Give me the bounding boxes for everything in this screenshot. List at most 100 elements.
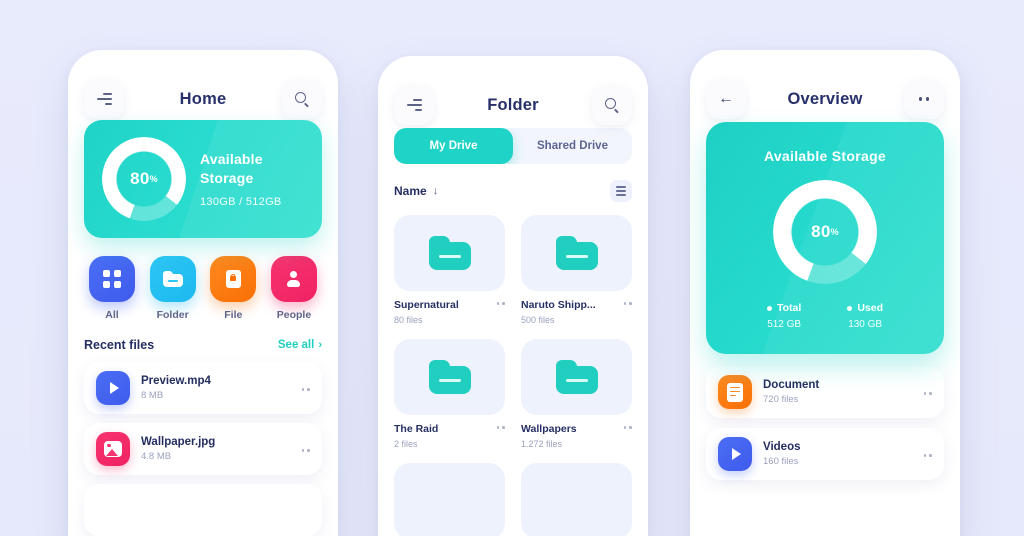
file-meta: Preview.mp4 8 MB (141, 375, 302, 401)
category-meta: Document 720 files (763, 379, 924, 405)
file-tile (210, 256, 257, 302)
donut-center-label: 80% (102, 137, 186, 221)
more-dots-icon[interactable] (923, 451, 932, 457)
play-icon (110, 382, 119, 394)
document-icon (727, 382, 743, 402)
phone-folder: Folder My Drive Shared Drive Name ↓ Supe… (378, 56, 648, 536)
search-button[interactable] (592, 85, 632, 125)
tab-shared-drive[interactable]: Shared Drive (513, 128, 632, 164)
person-icon (285, 270, 303, 288)
legend-value: 130 GB (848, 319, 883, 330)
quick-actions: All Folder File People (84, 256, 322, 321)
quick-action-people[interactable]: People (270, 256, 318, 321)
arrow-down-icon: ↓ (432, 185, 439, 197)
category-list: Document 720 files Videos 160 files (706, 366, 944, 480)
quick-action-label: All (105, 309, 119, 321)
back-button[interactable]: ← (706, 79, 746, 119)
menu-icon (96, 92, 112, 106)
quick-action-all[interactable]: All (88, 256, 136, 321)
legend-label: Used (857, 302, 883, 314)
folder-icon (555, 360, 598, 394)
folder-name: Naruto Shipp... (521, 299, 596, 311)
quick-action-file[interactable]: File (209, 256, 257, 321)
canvas: Home 80% Available Storage 130GB / 512GB (0, 0, 1024, 536)
category-thumb (718, 375, 752, 409)
legend-value: 512 GB (767, 319, 802, 330)
phone-home: Home 80% Available Storage 130GB / 512GB (68, 50, 338, 536)
folder-file-count: 500 files (521, 315, 555, 325)
folder-thumb (521, 339, 632, 415)
sort-label: Name (394, 184, 427, 198)
list-item-partial[interactable] (84, 484, 322, 536)
search-icon (604, 97, 620, 114)
list-item[interactable]: Videos 160 files (706, 428, 944, 480)
folder-screen: Folder My Drive Shared Drive Name ↓ Supe… (378, 56, 648, 536)
file-name: Wallpaper.jpg (141, 436, 216, 448)
folder-file-count: 80 files (394, 315, 423, 325)
file-size: 4.8 MB (141, 451, 172, 462)
quick-action-folder[interactable]: Folder (149, 256, 197, 321)
folder-file-count: 2 files (394, 439, 418, 449)
donut-legend: Total 512 GB Used 130 GB (767, 302, 883, 330)
folder-card[interactable]: Naruto Shipp... 500 files (521, 215, 632, 325)
chevron-right-icon: › (318, 339, 322, 351)
list-item[interactable]: Preview.mp4 8 MB (84, 362, 322, 414)
search-button[interactable] (282, 79, 322, 119)
folder-card-partial[interactable] (521, 463, 632, 536)
more-dots-icon[interactable] (623, 423, 632, 429)
more-dots-icon[interactable] (496, 423, 505, 429)
see-all-link[interactable]: See all › (278, 339, 322, 351)
folder-card-partial[interactable] (394, 463, 505, 536)
category-name: Videos (763, 441, 801, 453)
more-dots-icon[interactable] (623, 299, 632, 305)
tab-my-drive[interactable]: My Drive (394, 128, 513, 164)
folder-grid: Supernatural 80 files Naruto Shipp... 50… (394, 215, 632, 536)
folder-card[interactable]: Supernatural 80 files (394, 215, 505, 325)
phone-overview: ← Overview Available Storage 80% Total 5… (690, 50, 960, 536)
search-icon (294, 91, 310, 108)
legend-item-used: Used 130 GB (847, 302, 883, 330)
folder-card[interactable]: The Raid 2 files (394, 339, 505, 449)
more-dots-icon[interactable] (923, 389, 932, 395)
overview-card-title: Available Storage (763, 148, 887, 164)
file-meta: Wallpaper.jpg 4.8 MB (141, 436, 302, 462)
folder-info: Supernatural 80 files (394, 299, 505, 325)
play-icon (732, 448, 741, 460)
storage-card[interactable]: 80% Available Storage 130GB / 512GB (84, 120, 322, 238)
folder-card[interactable]: Wallpapers 1.272 files (521, 339, 632, 449)
file-thumb (96, 371, 130, 405)
sort-row: Name ↓ (394, 180, 632, 202)
folder-icon (162, 271, 183, 287)
more-button[interactable] (904, 79, 944, 119)
page-title: Overview (787, 89, 863, 108)
folder-thumb (521, 215, 632, 291)
view-toggle-button[interactable] (610, 180, 632, 202)
quick-action-label: File (224, 309, 243, 321)
more-dots-icon[interactable] (496, 299, 505, 305)
more-dots-icon (919, 97, 929, 101)
storage-card-text: Available Storage 130GB / 512GB (200, 150, 282, 208)
folder-name: The Raid (394, 423, 439, 435)
menu-icon (406, 98, 422, 112)
menu-button[interactable] (394, 85, 434, 125)
file-thumb (96, 432, 130, 466)
list-item[interactable]: Document 720 files (706, 366, 944, 418)
folder-info: Wallpapers 1.272 files (521, 423, 632, 449)
storage-donut-chart: 80% (102, 137, 186, 221)
list-view-icon (616, 186, 626, 196)
sort-by-name[interactable]: Name ↓ (394, 184, 438, 198)
see-all-label: See all (277, 339, 315, 351)
list-item[interactable]: Wallpaper.jpg 4.8 MB (84, 423, 322, 475)
more-dots-icon[interactable] (301, 385, 310, 391)
folder-file-count: 1.272 files (521, 439, 563, 449)
legend-label: Total (777, 302, 802, 314)
quick-action-label: Folder (156, 309, 189, 321)
page-title: Home (179, 89, 227, 108)
menu-button[interactable] (84, 79, 124, 119)
more-dots-icon[interactable] (301, 446, 310, 452)
donut-percent-symbol: % (149, 174, 158, 184)
file-lock-icon (225, 270, 241, 288)
storage-heading-line1: Available (200, 151, 263, 168)
category-thumb (718, 437, 752, 471)
image-icon (104, 441, 122, 457)
